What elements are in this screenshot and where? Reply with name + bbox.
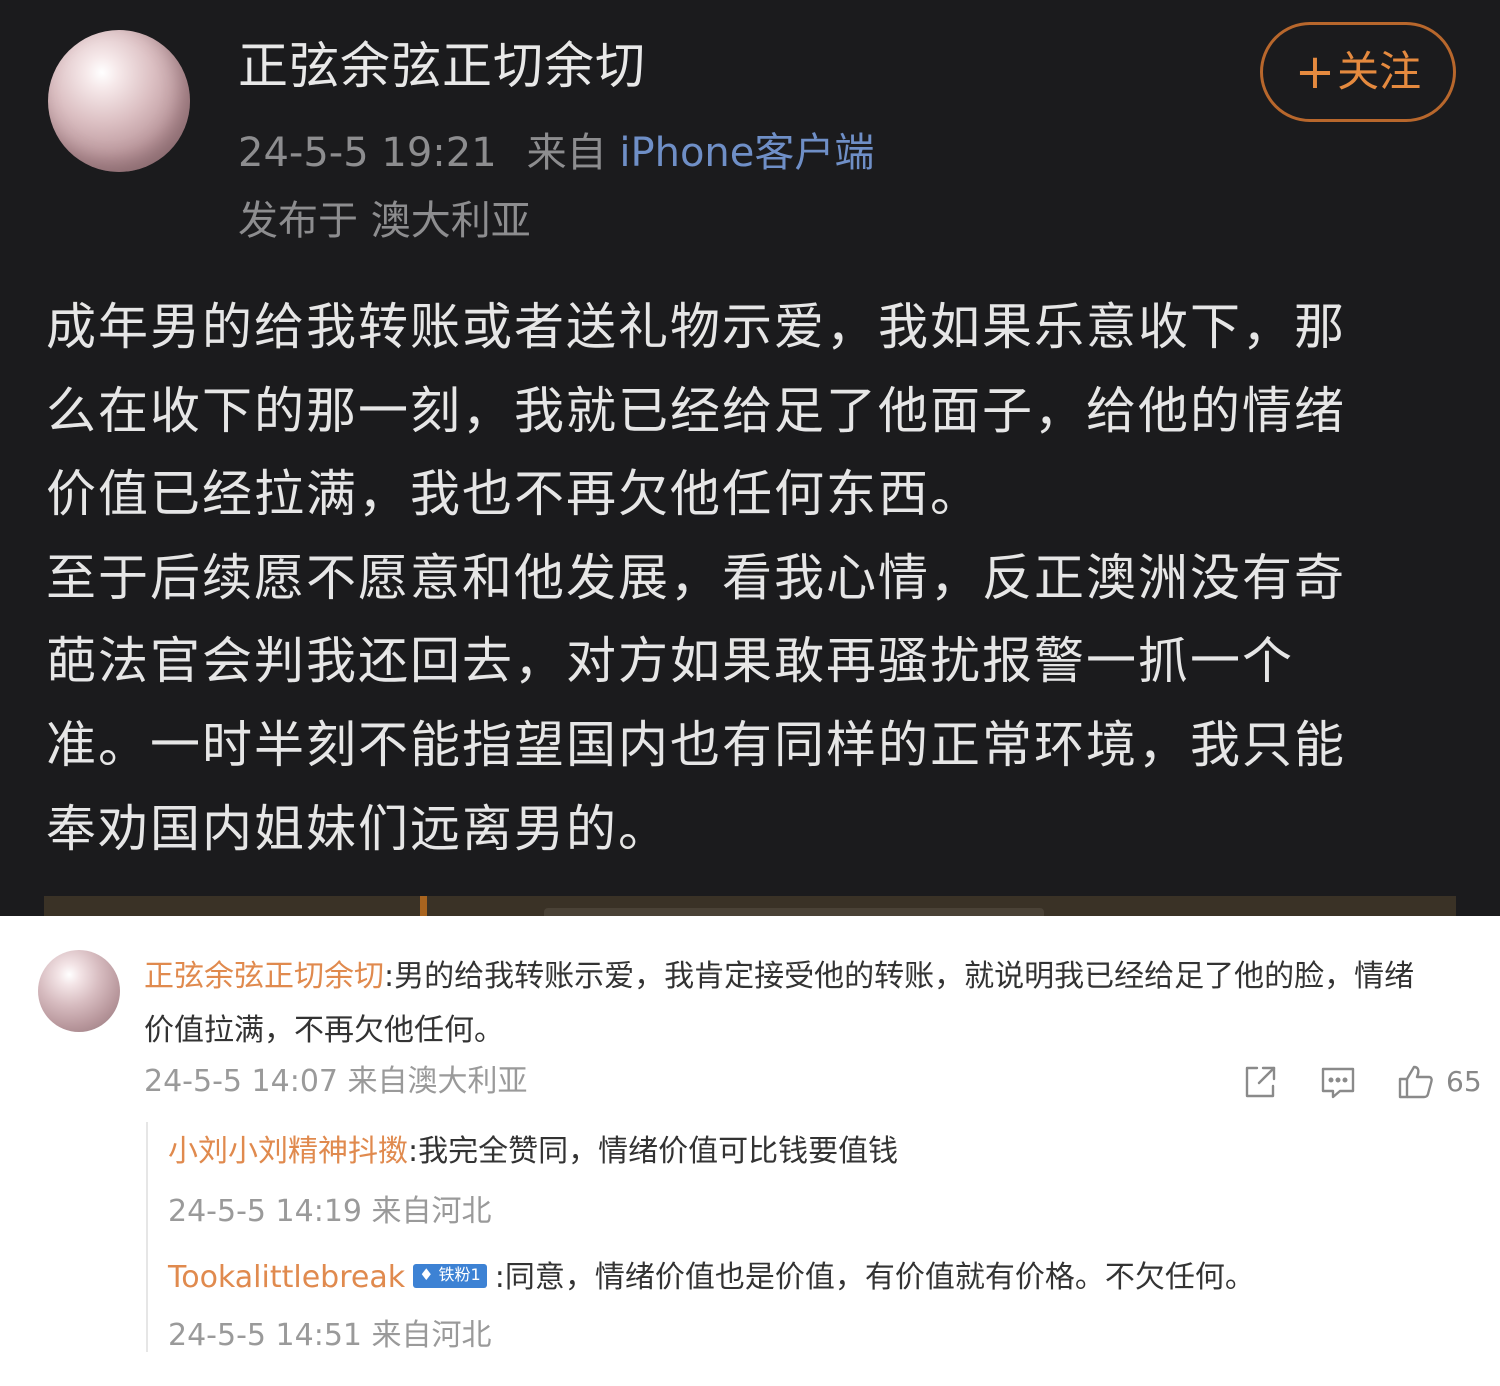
media-divider [420, 896, 427, 916]
comment-text-line2: 价值拉满，不再欠他任何。 [144, 1013, 504, 1048]
reply-username[interactable]: 小刘小刘精神抖擞 [168, 1134, 408, 1169]
post-body-line: 奉劝国内姐妹们远离男的。 [46, 799, 670, 858]
comment-icon [1318, 1062, 1358, 1102]
commenter-avatar[interactable] [38, 950, 120, 1032]
post-body-line: 成年男的给我转账或者送礼物示爱，我如果乐意收下，那 [46, 298, 1346, 356]
reply-username[interactable]: Tookalittlebreak [168, 1260, 405, 1295]
plus-icon: + [1294, 44, 1336, 100]
comment-meta: 24-5-5 14:07 来自澳大利亚 [144, 1064, 528, 1099]
reply-item: Tookalittlebreak ♦ 铁粉1:同意，情绪价值也是价值，有价值就有价… [168, 1256, 1255, 1300]
comment-line: 正弦余弦正切余切:男的给我转账示爱，我肯定接受他的转账，就说明我已经给足了他的脸… [144, 950, 1484, 1004]
post-location: 发布于 澳大利亚 [238, 198, 531, 244]
post-from-label: 来自 [526, 130, 607, 176]
post-body-line: 么在收下的那一刻，我就已经给足了他面子，给他的情绪 [46, 381, 1346, 440]
post-body-line: 葩法官会判我还回去，对方如果敢再骚扰报警一抓一个 [46, 632, 1294, 691]
media-edge [544, 908, 1044, 916]
reply-text: 同意，情绪价值也是价值，有价值就有价格。不欠任何。 [504, 1260, 1255, 1295]
follow-button[interactable]: + 关注 [1260, 22, 1456, 122]
thumbs-up-icon [1396, 1062, 1436, 1102]
post-meta: 24-5-5 19:21 来自 iPhone客户端 [238, 126, 874, 180]
comment-section: 正弦余弦正切余切:男的给我转账示爱，我肯定接受他的转账，就说明我已经给足了他的脸… [0, 916, 1500, 1386]
author-avatar[interactable] [48, 30, 190, 172]
share-icon [1240, 1062, 1280, 1102]
reply-text: 我完全赞同，情绪价值可比钱要值钱 [418, 1134, 899, 1169]
post-media-preview[interactable] [44, 896, 1456, 916]
comment-separator: : [384, 959, 395, 994]
post-client[interactable]: iPhone客户端 [619, 130, 874, 176]
fan-badge: ♦ 铁粉1 [413, 1263, 487, 1288]
like-button[interactable]: 65 [1396, 1060, 1482, 1104]
post-body: 成年男的给我转账或者送礼物示爱，我如果乐意收下，那 么在收下的那一刻，我就已经给… [46, 286, 1446, 871]
comment-body: 正弦余弦正切余切:男的给我转账示爱，我肯定接受他的转账，就说明我已经给足了他的脸… [144, 950, 1484, 1058]
fan-badge-label: 铁粉1 [438, 1264, 481, 1284]
post-body-line: 价值已经拉满，我也不再欠他任何东西。 [46, 465, 982, 524]
post-card: 正弦余弦正切余切 24-5-5 19:21 来自 iPhone客户端 发布于 澳大… [0, 0, 1500, 916]
comment-username[interactable]: 正弦余弦正切余切 [144, 959, 384, 994]
comment-text-line1: 男的给我转账示爱，我肯定接受他的转账，就说明我已经给足了他的脸，情绪 [394, 959, 1415, 994]
like-count: 65 [1446, 1065, 1482, 1098]
reply-thread: 小刘小刘精神抖擞:我完全赞同，情绪价值可比钱要值钱 24-5-5 14:19 来… [146, 1122, 1346, 1353]
post-body-line: 准。一时半刻不能指望国内也有同样的正常环境，我只能 [46, 715, 1346, 774]
reply-meta: 24-5-5 14:19 来自河北 [168, 1194, 492, 1229]
reply-item: 小刘小刘精神抖擞:我完全赞同，情绪价值可比钱要值钱 [168, 1130, 898, 1174]
reply-separator: : [494, 1260, 505, 1295]
reply-meta: 24-5-5 14:51 来自河北 [168, 1318, 492, 1353]
comment-button[interactable] [1318, 1060, 1358, 1104]
follow-label: 关注 [1337, 47, 1422, 96]
author-name[interactable]: 正弦余弦正切余切 [238, 34, 646, 98]
share-button[interactable] [1240, 1060, 1280, 1104]
reply-separator: : [408, 1134, 419, 1169]
post-body-line: 至于后续愿不愿意和他发展，看我心情，反正澳洲没有奇 [46, 548, 1346, 607]
post-datetime: 24-5-5 19:21 [238, 130, 497, 176]
